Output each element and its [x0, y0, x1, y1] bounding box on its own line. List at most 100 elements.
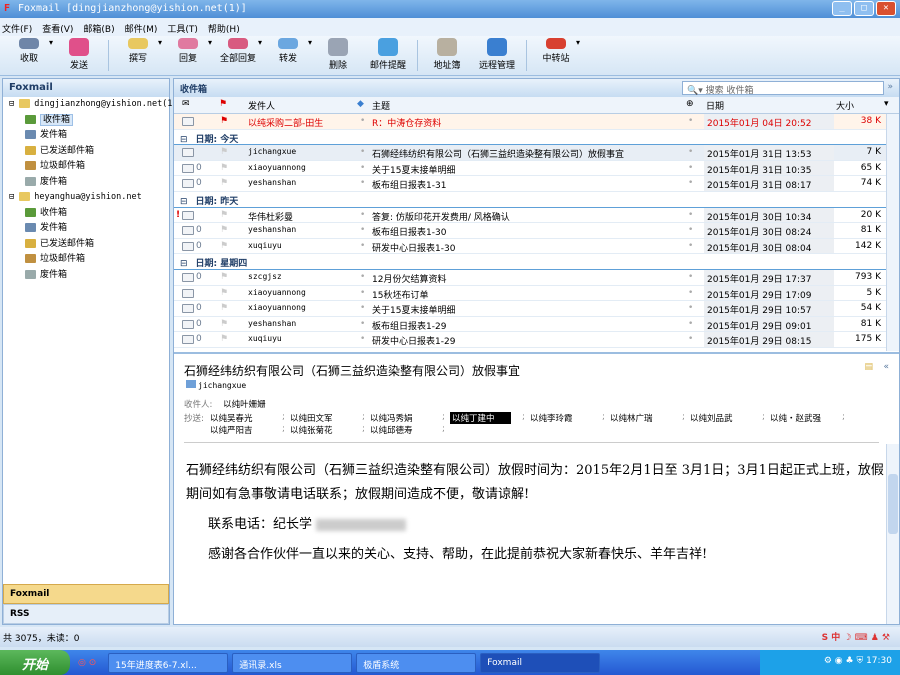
cc-recipient[interactable]: 以纯李玲霞: [530, 412, 573, 424]
column-size[interactable]: 大小: [836, 99, 854, 112]
task-system[interactable]: 极盾系统: [356, 652, 477, 673]
folder-item[interactable]: 废件箱: [3, 175, 169, 191]
message-row[interactable]: 0 ⚑ xiaoyuannong • 关于15夏末接单明细 • 2015年01月 29日 1…: [174, 301, 899, 317]
cc-recipient[interactable]: 以纯吴春光: [210, 412, 253, 424]
sidebar-tab-rss[interactable]: RSS: [3, 604, 169, 624]
folder-item[interactable]: 垃圾邮件箱: [3, 252, 169, 268]
toolbar-button-1[interactable]: 发送: [56, 38, 102, 73]
flag-column-icon[interactable]: ⚑: [219, 99, 227, 109]
toolbar-button-4[interactable]: 全部回复: [215, 38, 261, 73]
collapse-group-icon[interactable]: ⊟: [180, 135, 188, 145]
flag-icon[interactable]: ⚑: [220, 272, 228, 282]
account-1[interactable]: ⊟ heyanghua@yishion.net: [3, 190, 169, 206]
message-row[interactable]: 0 ⚑ yeshanshan • 板布组日报表1-30 • 2015年01月 30日 08:…: [174, 223, 899, 239]
menu-item[interactable]: 工具(T): [167, 22, 198, 35]
flag-icon[interactable]: ⚑: [220, 241, 228, 251]
cc-recipient[interactable]: 以纯冯秀娟: [370, 412, 413, 424]
toolbar-button-5[interactable]: 转发: [265, 38, 311, 73]
message-row[interactable]: ⚑ jichangxue • 石狮经纬纺织有限公司（石狮三益织造染整有限公司）放假事宜…: [174, 145, 899, 161]
message-row[interactable]: ⚑ xiaoyuannong • 15秋坯布订单 • 2015年01月 29日 17:09…: [174, 285, 899, 302]
message-row[interactable]: 0 ⚑ szcgjsz • 12月份欠结算资料 • 2015年01月 29日 17:37 79…: [174, 269, 899, 286]
to-recipient[interactable]: 以纯叶姗姗: [223, 400, 266, 410]
cc-recipient[interactable]: 以纯刘品武: [690, 412, 733, 424]
start-button[interactable]: 开始: [0, 650, 70, 675]
column-date[interactable]: 日期: [706, 99, 724, 112]
folder-item[interactable]: 发件箱: [3, 128, 169, 144]
toolbar-button-8[interactable]: 地址簿: [424, 38, 470, 73]
menu-item[interactable]: 帮助(H): [208, 22, 240, 35]
attachment-column-icon[interactable]: ⊕: [686, 99, 694, 109]
quick-launch-icon[interactable]: ◎ ⊙: [78, 658, 96, 668]
task-foxmail[interactable]: Foxmail: [480, 652, 601, 673]
flag-icon[interactable]: ⚑: [220, 163, 228, 173]
menu-item[interactable]: 邮件(M): [125, 22, 158, 35]
message-row[interactable]: 0 ⚑ xuqiuyu • 研发中心日报表1-29 • 2015年01月 29日 08:15…: [174, 332, 899, 348]
collapse-header-icon[interactable]: «: [883, 362, 889, 372]
collapse-icon[interactable]: »: [887, 82, 893, 92]
cc-recipient[interactable]: 以纯・赵武强: [770, 412, 821, 424]
column-sender[interactable]: 发件人: [248, 99, 275, 112]
collapse-group-icon[interactable]: ⊟: [180, 197, 188, 207]
message-row[interactable]: ! ⚑ 华伟杜彩曼 • 答复: 仿版印花开发费用/ 风格确认 • 2015年01月 30日 …: [174, 207, 899, 224]
search-input[interactable]: 🔍▾ 搜索 收件箱: [682, 81, 884, 96]
group-header[interactable]: ⊟ 日期: 星期四: [174, 254, 899, 270]
note-icon[interactable]: ▤: [864, 362, 873, 372]
flag-icon[interactable]: ⚑: [220, 303, 228, 313]
flag-icon[interactable]: ⚑: [220, 225, 228, 235]
menu-item[interactable]: 查看(V): [42, 22, 73, 35]
folder-item[interactable]: 垃圾邮件箱: [3, 159, 169, 175]
task-excel-contacts[interactable]: 通讯录.xls: [232, 652, 353, 673]
group-header[interactable]: ⊟ 日期: 昨天: [174, 192, 899, 208]
column-options-icon[interactable]: ▾: [884, 99, 889, 109]
tray-icons[interactable]: ⚙ ◉ ♣ ⛨: [824, 656, 866, 666]
ime-toolbar-icon[interactable]: S 中 ☽ ⌨ ♟ ⚒: [822, 630, 890, 643]
message-row[interactable]: 0 ⚑ yeshanshan • 板布组日报表1-29 • 2015年01月 29日 09:…: [174, 316, 899, 333]
menu-item[interactable]: 文件(F): [2, 22, 32, 35]
minimize-button[interactable]: _: [832, 1, 852, 16]
folder-item[interactable]: 已发送邮件箱: [3, 237, 169, 253]
preview-from[interactable]: jichangxue: [198, 381, 246, 390]
toolbar-button-0[interactable]: 收取: [6, 38, 52, 73]
folder-item[interactable]: 已发送邮件箱: [3, 144, 169, 160]
group-header[interactable]: ⊟ 日期: 今天: [174, 130, 899, 146]
collapse-group-icon[interactable]: ⊟: [180, 259, 188, 269]
flag-icon[interactable]: ⚑: [220, 319, 228, 329]
cc-recipient[interactable]: 以纯丁建中: [450, 412, 511, 424]
toolbar-button-7[interactable]: 邮件提醒: [365, 38, 411, 73]
folder-item[interactable]: 废件箱: [3, 268, 169, 284]
expand-icon[interactable]: ⊟: [9, 192, 19, 202]
message-row[interactable]: 0 ⚑ yeshanshan • 板布组日报表1-31 • 2015年01月 31日 08:…: [174, 176, 899, 192]
flag-icon[interactable]: ⚑: [220, 288, 228, 298]
folder-item[interactable]: 收件箱: [3, 206, 169, 222]
flag-icon[interactable]: ⚑: [220, 210, 228, 220]
maximize-button[interactable]: □: [854, 1, 874, 16]
toolbar-button-6[interactable]: 删除: [315, 38, 361, 73]
task-excel-progress[interactable]: 15年进度表6-7.xl...: [108, 652, 229, 673]
sidebar-tab-foxmail[interactable]: Foxmail: [3, 584, 169, 604]
cc-recipient[interactable]: 以纯严阳吉: [210, 424, 253, 436]
cc-recipient[interactable]: 以纯林广瑞: [610, 412, 653, 424]
list-scrollbar[interactable]: [886, 114, 899, 351]
close-button[interactable]: ✕: [876, 1, 896, 16]
cc-recipient[interactable]: 以纯张菊花: [290, 424, 333, 436]
message-row[interactable]: 0 ⚑ xiaoyuannong • 关于15夏末接单明细 • 2015年01月 31日 1…: [174, 160, 899, 177]
toolbar-button-10[interactable]: 中转站: [533, 38, 579, 73]
expand-icon[interactable]: ⊟: [9, 99, 19, 109]
flag-icon[interactable]: ⚑: [220, 334, 228, 344]
menu-item[interactable]: 邮箱(B): [83, 22, 114, 35]
account-0[interactable]: ⊟ dingjianzhong@yishion.net(1): [3, 97, 178, 113]
toolbar-button-2[interactable]: 撰写: [115, 38, 161, 73]
flag-icon[interactable]: ⚑: [220, 178, 228, 188]
column-subject[interactable]: 主题: [372, 99, 390, 112]
flag-icon[interactable]: ⚑: [220, 116, 228, 126]
message-row[interactable]: ⚑ 以纯采购二部-田生 • R：中涛仓存资料 • 2015年01月 04日 20:52 38…: [174, 114, 899, 130]
toolbar-button-9[interactable]: 远程管理: [474, 38, 520, 73]
message-row[interactable]: 0 ⚑ xuqiuyu • 研发中心日报表1-30 • 2015年01月 30日 08:04…: [174, 238, 899, 255]
cc-recipient[interactable]: 以纯邱德寿: [370, 424, 413, 436]
flag-icon[interactable]: ⚑: [220, 147, 228, 157]
cc-recipient[interactable]: 以纯田文军: [290, 412, 333, 424]
preview-scrollbar[interactable]: [886, 444, 899, 624]
read-status-column-icon[interactable]: ✉: [182, 99, 190, 109]
folder-item[interactable]: 发件箱: [3, 221, 169, 237]
toolbar-button-3[interactable]: 回复: [165, 38, 211, 73]
